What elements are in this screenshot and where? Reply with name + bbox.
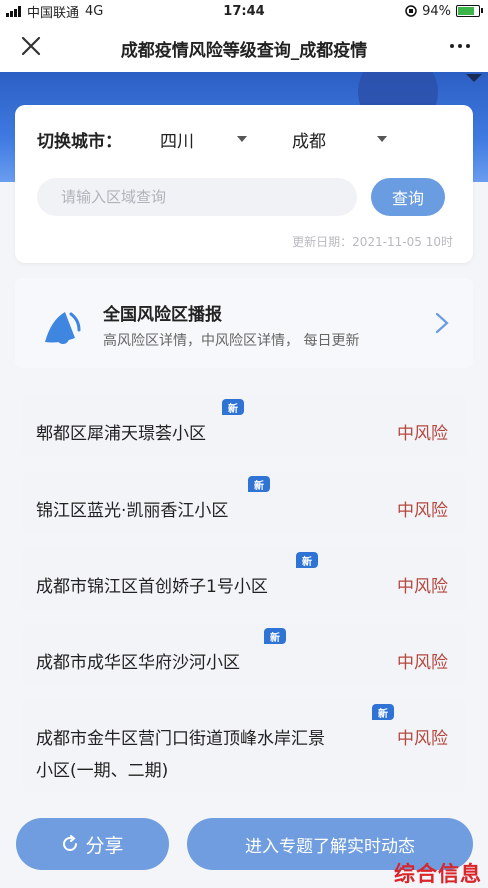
risk-broadcast-card[interactable]: 全国风险区播报 高风险区详情，中风险区详情， 每日更新 (15, 278, 473, 368)
risk-level: 中风险 (397, 424, 448, 444)
chevron-right-icon (435, 312, 449, 334)
province-select[interactable]: 四川 (160, 127, 194, 152)
orientation-lock-icon (405, 5, 417, 17)
battery-icon (456, 5, 483, 17)
city-caret-icon[interactable] (377, 136, 387, 142)
broadcast-subtitle: 高风险区详情，中风险区详情， 每日更新 (103, 333, 360, 349)
area-name: 锦江区蓝光·凯丽香江小区 (36, 501, 229, 521)
new-badge: 新 (296, 552, 318, 568)
watermark: 综合信息 (394, 862, 482, 886)
area-name-line2: 小区(一期、二期) (36, 761, 169, 781)
battery-percent: 94% (422, 3, 451, 19)
share-button[interactable]: 分享 (16, 818, 169, 870)
broadcast-title: 全国风险区播报 (103, 305, 222, 325)
area-list-item[interactable]: 锦江区蓝光·凯丽香江小区 新 中风险 (22, 472, 466, 534)
city-select[interactable]: 成都 (292, 127, 326, 152)
risk-level: 中风险 (397, 653, 448, 673)
area-list-item[interactable]: 郫都区犀浦天璟荟小区 新 中风险 (22, 395, 466, 457)
chevron-down-icon (466, 74, 482, 82)
province-caret-icon[interactable] (237, 136, 247, 142)
status-bar: 中国联通 4G 17:44 94% (0, 0, 488, 22)
more-icon[interactable] (450, 44, 470, 48)
update-date: 更新日期：2021-11-05 10时 (292, 235, 453, 249)
share-label: 分享 (85, 834, 124, 857)
status-right: 94% (405, 3, 483, 19)
new-badge: 新 (372, 704, 394, 720)
page-title: 成都疫情风险等级查询_成都疫情 (120, 41, 368, 61)
city-switch-label: 切换城市： (37, 132, 122, 152)
risk-level: 中风险 (397, 501, 448, 521)
close-icon[interactable] (20, 35, 42, 57)
share-icon (63, 835, 78, 851)
new-badge: 新 (264, 628, 286, 644)
area-search-input[interactable] (37, 178, 357, 216)
nav-bar: 成都疫情风险等级查询_成都疫情 (0, 22, 488, 72)
new-badge: 新 (248, 476, 270, 492)
area-list-item[interactable]: 成都市金牛区营门口街道顶峰水岸汇景 小区(一期、二期) 新 中风险 (22, 700, 466, 792)
search-card: 切换城市： 四川 成都 查询 更新日期：2021-11-05 10时 (15, 105, 473, 263)
risk-level: 中风险 (397, 577, 448, 597)
risk-level: 中风险 (397, 729, 448, 749)
area-name: 成都市成华区华府沙河小区 (36, 653, 240, 673)
area-list-item[interactable]: 成都市成华区华府沙河小区 新 中风险 (22, 624, 466, 686)
area-list-item[interactable]: 成都市锦江区首创娇子1号小区 新 中风险 (22, 548, 466, 610)
new-badge: 新 (222, 399, 244, 415)
broadcast-icon (45, 312, 81, 344)
area-name-line1: 成都市金牛区营门口街道顶峰水岸汇景 (36, 729, 325, 749)
area-name: 郫都区犀浦天璟荟小区 (36, 424, 206, 444)
area-name: 成都市锦江区首创娇子1号小区 (36, 577, 268, 597)
search-button[interactable]: 查询 (371, 178, 445, 216)
